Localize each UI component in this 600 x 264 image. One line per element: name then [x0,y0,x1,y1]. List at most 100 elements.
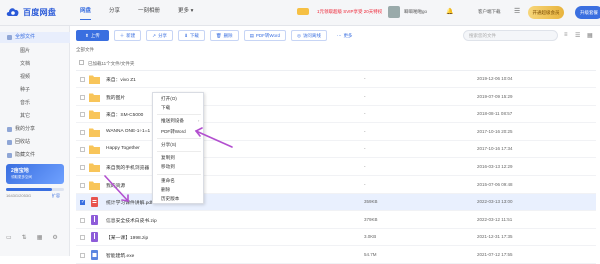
ctx-delete[interactable]: 删除 [161,187,170,193]
sidebar-item-documents[interactable]: 文档 [0,59,70,70]
file-name[interactable]: 来自：SM-C5000 [106,111,143,118]
ctx-separator [157,174,201,175]
settings-icon[interactable]: ⚙ [52,234,57,241]
top-nav: 网盘 分享 一刻相册 更多 ▾ [80,6,193,20]
nav-tab-album[interactable]: 一刻相册 [138,6,160,20]
sidebar-item-recycle-bin[interactable]: 回收站 [0,137,70,148]
sidebar-item-my-share[interactable]: 我的分享 [0,124,70,135]
file-name[interactable]: 来自我的手机浏览器 [106,164,149,171]
sidebar-item-music[interactable]: 音乐 [0,98,70,109]
ctx-separator [157,114,201,115]
vip-upgrade-button[interactable]: 开通超级会员 [528,6,564,19]
ctx-share[interactable]: 分享(S) [161,142,176,148]
lock-icon [7,153,12,158]
ctx-move-to[interactable]: 移动到 [161,164,175,170]
row-checkbox[interactable]: ✓ [80,199,85,206]
sidebar-item-label: 图片 [20,48,31,54]
file-modified-time: 2015-07-06 09:48 [477,181,513,187]
row-checkbox[interactable] [80,94,85,100]
file-name[interactable]: 统计学习课件讲解.pdf [106,199,152,206]
username[interactable]: 噼噼啪啪go [404,9,427,15]
list-view-icon[interactable]: ☰ [575,32,580,39]
transfer-icon[interactable]: ⇅ [22,234,27,241]
ctx-push-to-device[interactable]: 推送到设备 [161,118,184,124]
sidebar-item-all-files[interactable]: 全部文件 [0,32,70,43]
sidebar-item-hidden-files[interactable]: 隐藏文件 [0,150,70,161]
file-name[interactable]: 信息安全技术白皮书.zip [106,217,157,224]
file-size: - [364,128,366,134]
file-modified-time: 2022-03-13 13:00 [477,199,513,205]
ctx-rename[interactable]: 重命名 [161,178,175,184]
app-logo[interactable]: 百度网盘 [6,6,56,18]
sidebar-item-label: 种子 [20,87,31,93]
folder-icon [89,181,100,190]
new-folder-button[interactable]: ＋ 新建 [113,30,142,41]
offline-button[interactable]: ◎ 访问离线 [291,30,327,41]
file-modified-time: 2017-10-16 17:34 [477,146,513,152]
ctx-open[interactable]: 打开(O) [161,96,177,102]
row-checkbox[interactable] [80,112,85,118]
expand-link[interactable]: 扩容 [52,193,60,199]
select-all-checkbox[interactable] [79,60,84,65]
nav-tab-netdisk[interactable]: 网盘 [80,6,92,20]
svip-button[interactable]: 升级套餐 [575,6,600,19]
nav-more-label: 更多 [178,8,190,14]
file-size: 54.7M [364,252,377,257]
download-label: 下载 [189,33,199,38]
ctx-copy-to[interactable]: 复制到 [161,155,175,161]
menu-icon[interactable]: ☰ [514,7,520,15]
tools-icon[interactable]: ▦ [37,234,43,241]
client-download-link[interactable]: 客户端下载 [478,9,501,15]
search-input[interactable]: 搜索您的文件 [463,30,558,41]
folder-icon [89,110,100,120]
ctx-pdf-to-word[interactable]: PDF转Word [161,129,186,135]
row-checkbox[interactable] [80,235,85,241]
row-checkbox[interactable] [80,165,85,170]
row-checkbox[interactable] [80,182,85,188]
folder-icon [89,145,100,155]
ctx-download[interactable]: 下载 [161,105,170,111]
sidebar-item-label: 其它 [20,113,31,119]
table-row[interactable]: 来自：vivo Z1 - 2019-12-06 10:04 [76,71,596,88]
sidebar-item-others[interactable]: 其它 [0,111,70,122]
file-name[interactable]: Happy Together [106,146,140,151]
file-modified-time: 2019-12-06 10:04 [477,76,513,81]
share-button[interactable]: ↗ 分享 [146,30,174,41]
nav-tab-more[interactable]: 更多 ▾ [178,6,193,20]
device-icon[interactable]: ▭ [6,234,12,241]
row-checkbox[interactable] [80,77,85,82]
bell-icon[interactable]: 🔔 [446,8,453,15]
sidebar-item-videos[interactable]: 视频 [0,72,70,83]
trash-icon [7,140,12,145]
row-checkbox[interactable] [80,129,85,135]
avatar[interactable] [388,6,400,18]
sort-icon[interactable]: ≡ [564,32,568,38]
grid-view-icon[interactable]: ▦ [587,32,593,39]
folder-icon [7,35,12,40]
delete-button[interactable]: 🗑 删除 [209,30,239,41]
upload-button[interactable]: ⬆ 上传 [76,30,109,41]
file-name[interactable]: 来自：vivo Z1 [106,76,136,83]
file-name[interactable]: 【某一课】1998.zip [106,234,148,241]
file-modified-time: 2021-12-31 17:35 [477,234,513,240]
quota-banner[interactable]: 2亩宝地 领取更多空间 [6,164,64,184]
sidebar-item-images[interactable]: 图片 [0,46,70,57]
share-label: 分享 [158,33,168,38]
file-name[interactable]: 我的图片 [106,94,125,101]
nav-tab-share[interactable]: 分享 [109,6,120,20]
file-name[interactable]: WANNA ONE-1÷1=1 [106,129,150,134]
file-modified-time: 2019-07-09 15:29 [477,93,513,99]
download-button[interactable]: ⬇ 下载 [178,30,205,41]
pdf-to-word-button[interactable]: ▤ PDF转Word [243,30,286,41]
table-row[interactable]: 信息安全技术白皮书.zip 379KB 2022-03-12 11:51 [76,212,596,229]
row-checkbox[interactable] [80,217,85,223]
file-name[interactable]: 我的资源 [106,182,125,189]
table-row[interactable]: 【某一课】1998.zip 3.0KB 2021-12-31 17:35 [76,229,596,247]
row-checkbox[interactable] [80,147,85,153]
context-menu: 打开(O) 下载 推送到设备 › PDF转Word 分享(S) 复制到 移动到 … [152,92,204,204]
breadcrumb[interactable]: 全部文件 [76,47,94,53]
sidebar-item-torrents[interactable]: 种子 [0,85,70,96]
promo-link[interactable]: 1元领取超级 SVIP享受 20天特权 [317,9,382,15]
ctx-history-version[interactable]: 历史版本 [161,196,179,202]
more-button[interactable]: ⋯ 更多 [331,30,358,41]
